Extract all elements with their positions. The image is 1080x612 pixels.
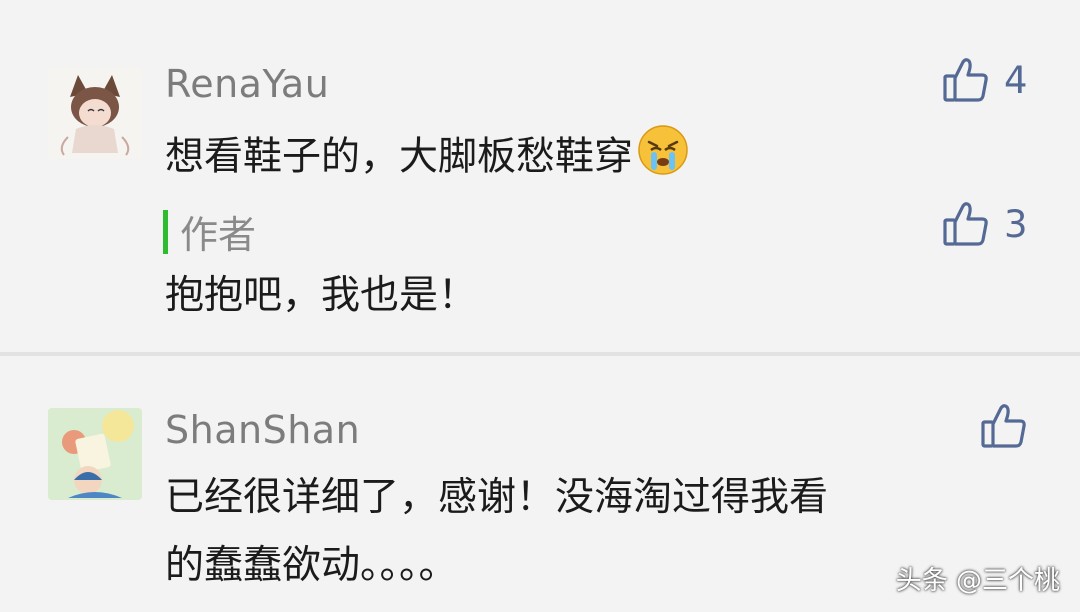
avatar[interactable]: [48, 67, 142, 159]
crying-emoji-icon: [637, 124, 689, 194]
reply-like-button[interactable]: 3: [942, 200, 1028, 248]
like-button[interactable]: [980, 402, 1028, 450]
comment-text-line: 的蠢蠢欲动。。。。: [165, 543, 458, 588]
reply-like-count: 3: [1004, 202, 1028, 246]
comment-username[interactable]: RenaYau: [165, 62, 329, 106]
source-watermark: 头条 @三个桃: [895, 566, 1060, 596]
author-reply-tag: 作者: [163, 204, 256, 259]
thumbs-up-icon: [942, 200, 990, 248]
reply-text: 抱抱吧，我也是！: [165, 273, 478, 318]
comment-text: 想看鞋子的，大脚板愁鞋穿: [165, 124, 689, 194]
like-count: 4: [1004, 58, 1028, 102]
comment-username[interactable]: ShanShan: [165, 408, 360, 452]
avatar[interactable]: [48, 408, 142, 500]
author-label: 作者: [180, 213, 257, 257]
like-button[interactable]: 4: [942, 56, 1028, 104]
author-indicator-bar: [163, 209, 168, 254]
thumbs-up-icon: [980, 402, 1028, 450]
comment-item: RenaYau 想看鞋子的，大脚板愁鞋穿 4 作者 3 抱抱吧，我也是！: [0, 0, 1080, 352]
comment-text-line: 已经很详细了，感谢！没海淘过得我看: [165, 475, 829, 520]
thumbs-up-icon: [942, 56, 990, 104]
